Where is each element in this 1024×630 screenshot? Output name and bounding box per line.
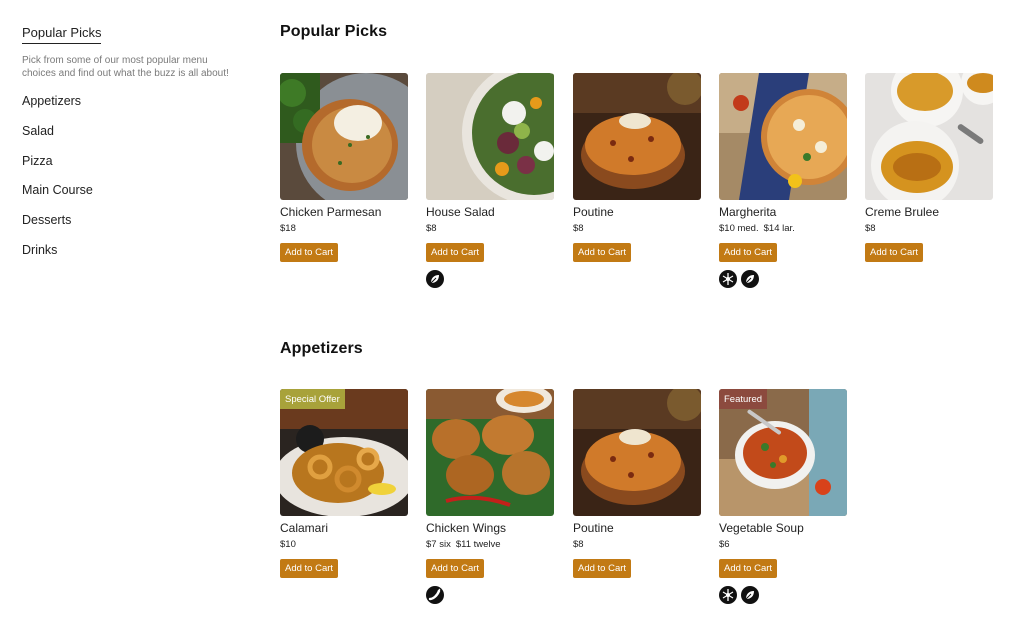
add-to-cart-button[interactable]: Add to Cart [280, 243, 339, 262]
sidebar-item-salad[interactable]: Salad [22, 117, 237, 147]
leaf-icon [426, 270, 444, 288]
chili-icon [426, 586, 444, 604]
menu-card: Featured Vegetable Soup $6 Add to Cart [719, 389, 847, 604]
menu-card: Creme Brulee $8 Add to Cart [865, 73, 993, 262]
food-image[interactable] [426, 389, 554, 516]
add-to-cart-button[interactable]: Add to Cart [573, 559, 632, 578]
add-to-cart-button[interactable]: Add to Cart [280, 559, 339, 578]
item-price: $10 [280, 539, 296, 550]
item-name: Creme Brulee [865, 205, 940, 219]
food-image[interactable] [719, 73, 847, 200]
food-image[interactable] [573, 73, 701, 200]
special-offer-badge: Special Offer [280, 389, 345, 409]
sidebar-item-main-course[interactable]: Main Course [22, 176, 237, 206]
food-image[interactable] [426, 73, 554, 200]
sidebar-item-desserts[interactable]: Desserts [22, 206, 237, 236]
item-price: $7 six $11 twelve [426, 539, 501, 550]
section-title: Appetizers [280, 340, 363, 357]
item-name: Calamari [280, 521, 329, 535]
item-price: $10 med. $14 lar. [719, 223, 795, 234]
menu-card: Chicken Parmesan $18 Add to Cart [280, 73, 408, 262]
section-title: Popular Picks [280, 23, 388, 40]
item-name: Margherita [719, 205, 777, 219]
wheat-free-icon [719, 586, 737, 604]
popular-picks-section: Popular Picks Chicken Parmesan $18 Add t… [280, 23, 993, 288]
menu-card: Margherita $10 med. $14 lar. Add to Cart [719, 73, 847, 288]
sidebar-item-drinks[interactable]: Drinks [22, 236, 237, 266]
sidebar-item-popular-picks[interactable]: Popular Picks [22, 25, 102, 44]
featured-badge: Featured [719, 389, 768, 409]
item-price: $6 [719, 539, 730, 550]
food-image[interactable]: Featured [719, 389, 847, 516]
menu-card: Poutine $8 Add to Cart [573, 73, 701, 262]
appetizers-section: Appetizers Special Offer Calamari $10 Ad… [280, 340, 847, 604]
food-image[interactable] [280, 73, 408, 200]
food-image[interactable] [865, 73, 993, 200]
add-to-cart-button[interactable]: Add to Cart [719, 243, 778, 262]
item-price: $8 [573, 223, 584, 234]
leaf-icon [741, 586, 759, 604]
item-price: $8 [865, 223, 876, 234]
item-price: $8 [426, 223, 437, 234]
item-name: Vegetable Soup [719, 521, 804, 535]
sidebar-description: Pick from some of our most popular menu … [22, 55, 229, 79]
food-image[interactable] [573, 389, 701, 516]
add-to-cart-button[interactable]: Add to Cart [426, 243, 485, 262]
add-to-cart-button[interactable]: Add to Cart [865, 243, 924, 262]
sidebar-menu: Appetizers Salad Pizza Main Course Desse… [22, 87, 237, 266]
menu-card: House Salad $8 Add to Cart [426, 73, 554, 288]
item-name: Poutine [573, 205, 614, 219]
menu-card: Poutine $8 Add to Cart [573, 389, 701, 578]
item-name: Chicken Wings [426, 521, 507, 535]
wheat-free-icon [719, 270, 737, 288]
item-name: House Salad [426, 205, 495, 219]
food-image[interactable]: Special Offer [280, 389, 408, 516]
item-price: $8 [573, 539, 584, 550]
sidebar: Popular Picks Pick from some of our most… [22, 24, 237, 266]
item-name: Poutine [573, 521, 614, 535]
item-price: $18 [280, 223, 296, 234]
sidebar-item-pizza[interactable]: Pizza [22, 147, 237, 177]
menu-card: Chicken Wings $7 six $11 twelve Add to Ca… [426, 389, 554, 604]
sidebar-item-appetizers[interactable]: Appetizers [22, 87, 237, 117]
item-name: Chicken Parmesan [280, 205, 382, 219]
menu-card: Special Offer Calamari $10 Add to Cart [280, 389, 408, 578]
add-to-cart-button[interactable]: Add to Cart [719, 559, 778, 578]
leaf-icon [741, 270, 759, 288]
add-to-cart-button[interactable]: Add to Cart [573, 243, 632, 262]
add-to-cart-button[interactable]: Add to Cart [426, 559, 485, 578]
